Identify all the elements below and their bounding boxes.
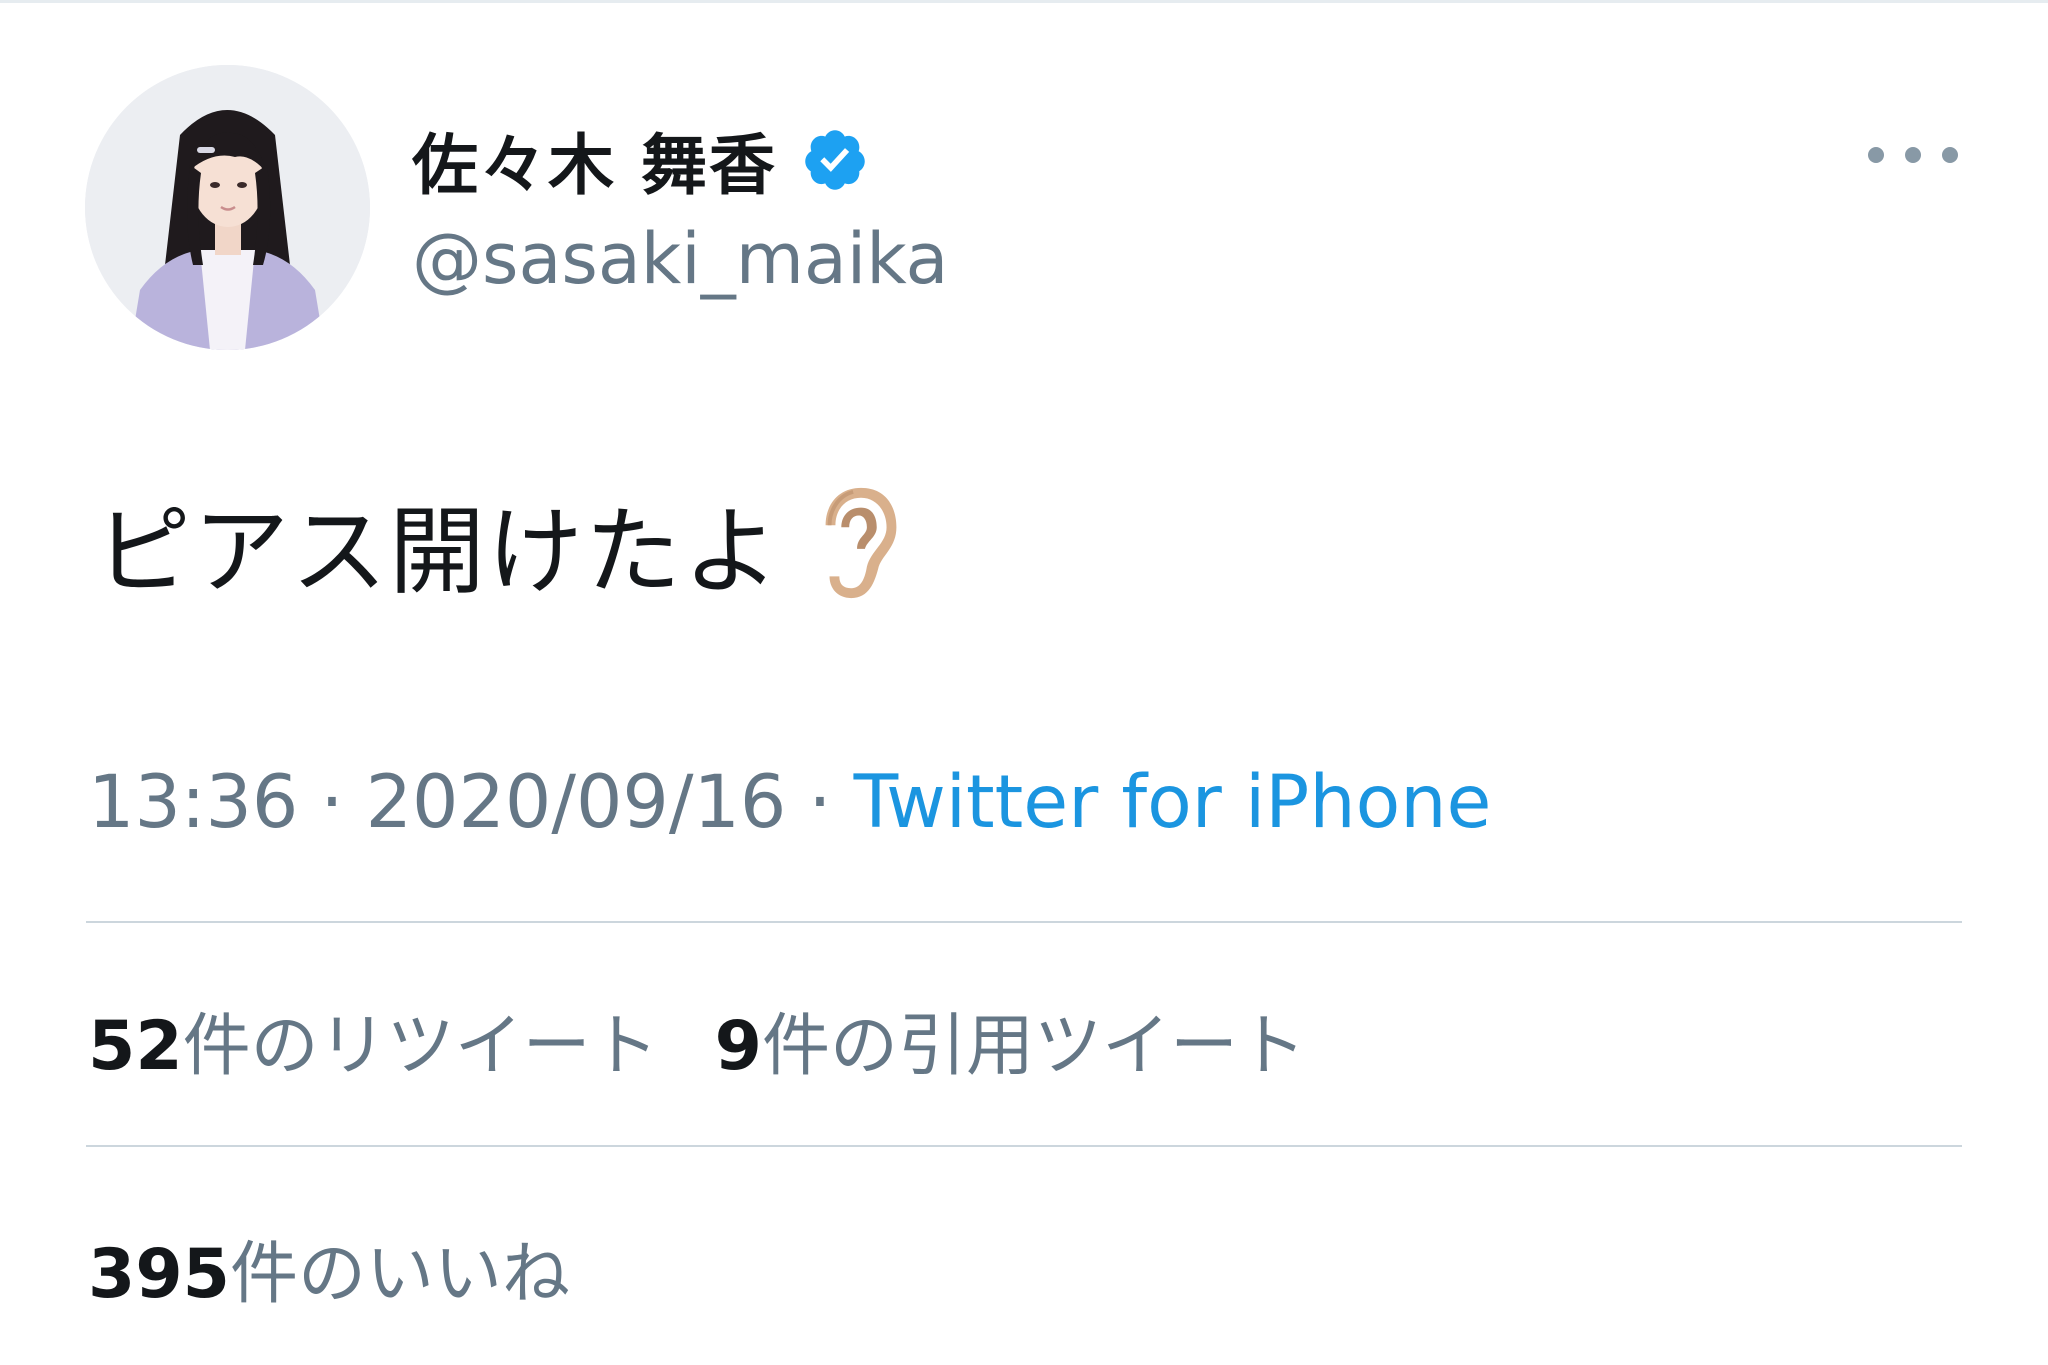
quote-label: 件の引用ツイート bbox=[761, 1007, 1306, 1086]
verified-badge-icon bbox=[805, 130, 865, 190]
stats-row: 52 件のリツイート 9 件の引用ツイート bbox=[88, 990, 1306, 1089]
top-divider bbox=[0, 0, 2048, 3]
user-handle[interactable]: @sasaki_maika bbox=[412, 218, 948, 300]
divider bbox=[86, 921, 1962, 923]
tweet-source-link[interactable]: Twitter for iPhone bbox=[854, 760, 1492, 845]
profile-photo-icon bbox=[85, 65, 370, 350]
avatar[interactable] bbox=[85, 65, 370, 350]
tweet-time[interactable]: 13:36 bbox=[88, 760, 298, 845]
more-dot bbox=[1905, 147, 1921, 163]
retweet-count: 52 bbox=[88, 1007, 183, 1086]
tweet-meta: 13:36 · 2020/09/16 · Twitter for iPhone bbox=[88, 760, 1491, 845]
more-dot bbox=[1868, 147, 1884, 163]
retweet-label: 件のリツイート bbox=[182, 1007, 659, 1086]
tweet-date[interactable]: 2020/09/16 bbox=[366, 760, 787, 845]
more-dot bbox=[1942, 147, 1958, 163]
meta-separator: · bbox=[320, 760, 344, 845]
display-name-row: 佐々木 舞香 bbox=[412, 105, 869, 215]
display-name[interactable]: 佐々木 舞香 bbox=[412, 112, 777, 208]
like-label: 件のいいね bbox=[229, 1235, 570, 1314]
quote-tweets-stat[interactable]: 9 件の引用ツイート bbox=[715, 990, 1306, 1089]
tweet-text: ピアス開けたよ bbox=[95, 495, 781, 608]
meta-separator: · bbox=[808, 760, 832, 845]
likes-row: 395 件のいいね bbox=[88, 1218, 570, 1317]
tweet-body: ピアス開けたよ bbox=[95, 478, 901, 608]
likes-stat[interactable]: 395 件のいいね bbox=[88, 1218, 570, 1317]
divider bbox=[86, 1145, 1962, 1147]
ear-emoji-icon bbox=[825, 487, 897, 599]
more-options-icon[interactable] bbox=[1868, 130, 1958, 180]
like-count: 395 bbox=[88, 1235, 230, 1314]
quote-count: 9 bbox=[714, 1007, 762, 1086]
tweet-detail: 佐々木 舞香 @sasaki_maika ピアス開けたよ 13:36 · 202… bbox=[0, 0, 2048, 1365]
retweets-stat[interactable]: 52 件のリツイート bbox=[88, 990, 659, 1089]
